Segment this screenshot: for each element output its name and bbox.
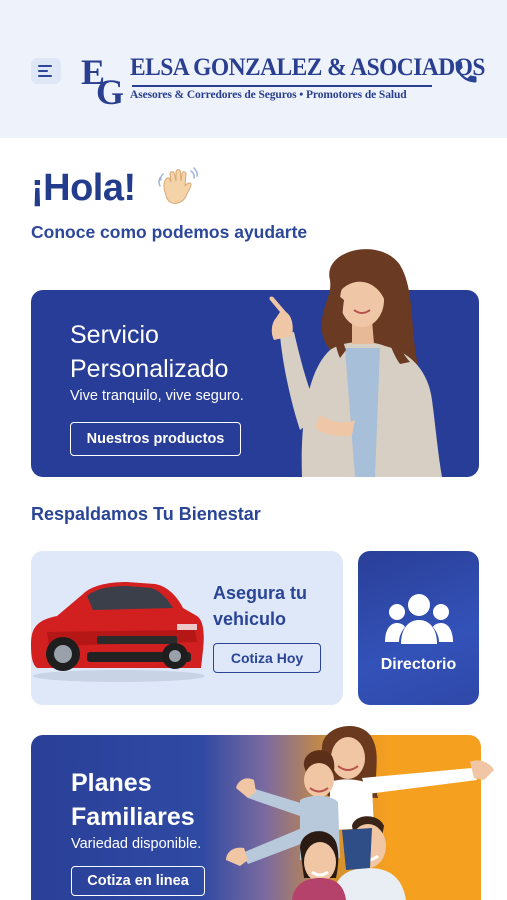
quote-online-button[interactable]: Cotiza en linea xyxy=(71,866,205,896)
directory-label: Directorio xyxy=(380,656,457,673)
logo-tagline: Asesores & Corredores de Seguros • Promo… xyxy=(130,89,407,101)
advisor-woman-image xyxy=(269,249,442,477)
hero-title: Servicio Personalizado xyxy=(70,321,229,383)
family-plans-subtitle: Variedad disponible. xyxy=(71,836,202,852)
menu-icon[interactable] xyxy=(31,58,61,84)
greeting-title: ¡Hola! xyxy=(31,167,136,209)
logo-divider xyxy=(132,85,432,87)
vehicle-title: Asegura tu vehiculo xyxy=(213,583,308,629)
family-image xyxy=(226,725,494,900)
quote-vehicle-button[interactable]: Cotiza Hoy xyxy=(213,643,321,673)
section-title: Respaldamos Tu Bienestar xyxy=(31,504,261,524)
phone-icon[interactable] xyxy=(452,58,480,86)
waving-hand-icon xyxy=(158,167,198,204)
company-logo[interactable]: E G ELSA GONZALEZ & ASOCIADOS Asesores &… xyxy=(80,50,485,108)
products-button[interactable]: Nuestros productos xyxy=(70,422,241,456)
app-header: E G ELSA GONZALEZ & ASOCIADOS Asesores &… xyxy=(0,0,507,138)
svg-text:G: G xyxy=(96,72,124,108)
red-car-image xyxy=(31,582,205,682)
group-icon xyxy=(385,594,453,644)
logo-monogram: E G xyxy=(81,52,124,108)
logo-name: ELSA GONZALEZ & ASOCIADOS xyxy=(130,54,485,81)
hero-subtitle: Vive tranquilo, vive seguro. xyxy=(70,388,244,404)
